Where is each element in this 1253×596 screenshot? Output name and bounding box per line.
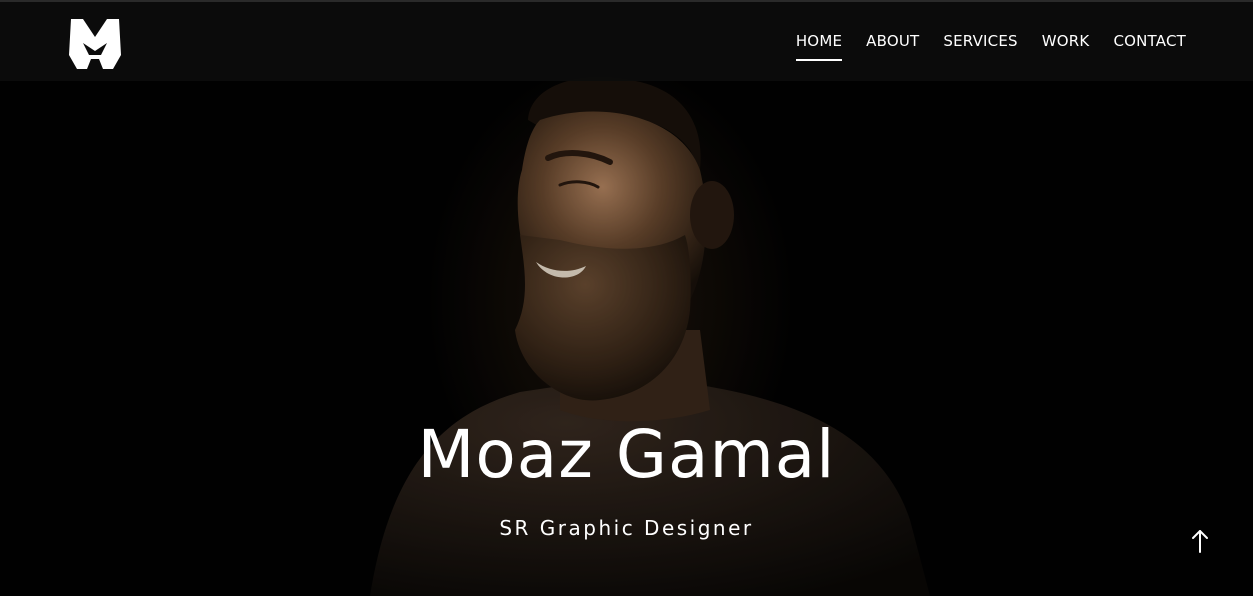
nav-item-about[interactable]: ABOUT	[866, 32, 919, 50]
back-to-top-button[interactable]	[1188, 528, 1212, 554]
nav-item-home[interactable]: HOME	[795, 32, 843, 61]
hero-name-heading: Moaz Gamal	[417, 416, 836, 493]
nav-item-contact[interactable]: CONTACT	[1113, 32, 1186, 50]
nav-item-work[interactable]: WORK	[1042, 32, 1090, 50]
m-monogram-logo-icon[interactable]	[69, 15, 121, 71]
arrow-up-icon	[1192, 530, 1208, 553]
hero-dark-overlay	[0, 0, 1253, 596]
site-header: HOME ABOUT SERVICES WORK CONTACT	[0, 0, 1253, 81]
hero-role-subtitle: SR Graphic Designer	[499, 516, 754, 540]
main-navigation: HOME ABOUT SERVICES WORK CONTACT	[795, 32, 1186, 61]
nav-item-services[interactable]: SERVICES	[943, 32, 1017, 50]
page: HOME ABOUT SERVICES WORK CONTACT Moaz Ga…	[0, 0, 1253, 596]
